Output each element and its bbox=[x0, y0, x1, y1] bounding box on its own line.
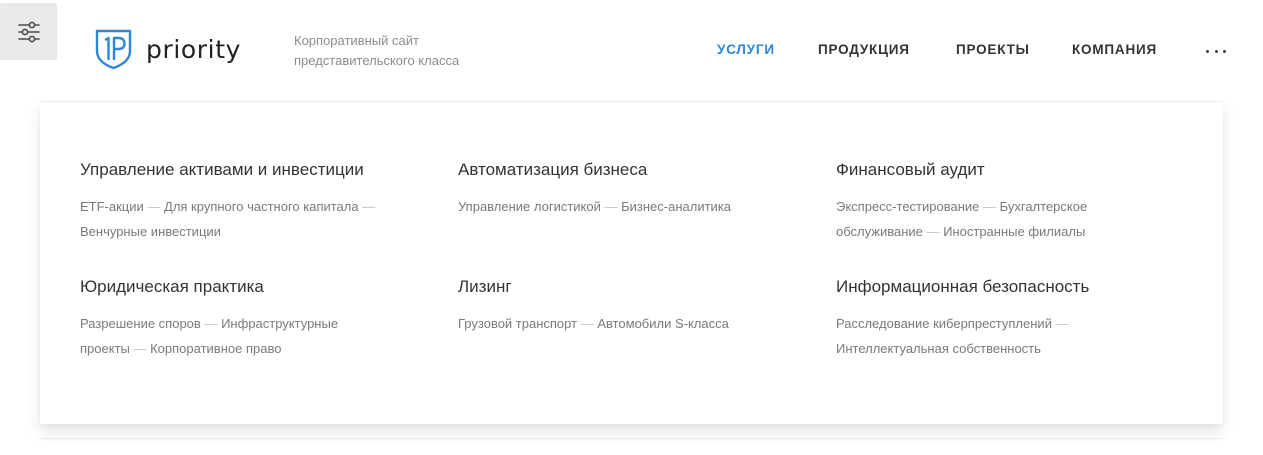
menu-section-links: Управление логистикой — Бизнес-аналитика bbox=[458, 194, 798, 219]
logo[interactable]: priority bbox=[95, 29, 241, 69]
link-separator: — bbox=[1051, 316, 1069, 331]
menu-link[interactable]: Бизнес-аналитика bbox=[621, 199, 731, 214]
menu-section: Лизинг Грузовой транспорт — Автомобили S-… bbox=[458, 276, 798, 336]
menu-section-title[interactable]: Финансовый аудит bbox=[836, 159, 1156, 181]
menu-section: Управление активами и инвестиции ETF-акци… bbox=[80, 159, 420, 244]
menu-link[interactable]: Венчурные инвестиции bbox=[80, 224, 221, 239]
more-dots-icon[interactable] bbox=[1206, 48, 1226, 54]
menu-section: Юридическая практика Разрешение споров — … bbox=[80, 276, 390, 361]
menu-section-links: Разрешение споров — Инфраструктурные про… bbox=[80, 311, 390, 361]
menu-link[interactable]: Разрешение споров bbox=[80, 316, 201, 331]
menu-link[interactable]: Управление логистикой bbox=[458, 199, 601, 214]
shield-logo-icon bbox=[95, 29, 132, 69]
logo-text: priority bbox=[146, 34, 242, 64]
services-dropdown-menu: Управление активами и инвестиции ETF-акци… bbox=[40, 102, 1223, 424]
link-separator: — bbox=[129, 341, 151, 356]
menu-section-title[interactable]: Информационная безопасность bbox=[836, 276, 1116, 298]
menu-link[interactable]: Грузовой транспорт bbox=[458, 316, 577, 331]
menu-link[interactable]: Расследование киберпреступлений bbox=[836, 316, 1052, 331]
menu-section-links: Экспресс-тестирование — Бухгалтерское об… bbox=[836, 194, 1156, 244]
menu-section-links: ETF-акции — Для крупного частного капита… bbox=[80, 194, 420, 244]
menu-section: Финансовый аудит Экспресс-тестирование — … bbox=[836, 159, 1156, 244]
link-separator: — bbox=[922, 224, 944, 239]
settings-button[interactable] bbox=[0, 3, 57, 60]
nav-products[interactable]: ПРОДУКЦИЯ bbox=[818, 42, 910, 57]
nav-services[interactable]: УСЛУГИ bbox=[717, 42, 775, 57]
nav-company[interactable]: КОМПАНИЯ bbox=[1072, 42, 1157, 57]
nav-projects[interactable]: ПРОЕКТЫ bbox=[956, 42, 1030, 57]
menu-section-title[interactable]: Юридическая практика bbox=[80, 276, 390, 298]
link-separator: — bbox=[358, 199, 376, 214]
link-separator: — bbox=[200, 316, 222, 331]
menu-link[interactable]: Экспресс-тестирование bbox=[836, 199, 979, 214]
menu-link[interactable]: Для крупного частного капитала bbox=[164, 199, 359, 214]
menu-section-title[interactable]: Автоматизация бизнеса bbox=[458, 159, 798, 181]
menu-link[interactable]: Корпоративное право bbox=[150, 341, 281, 356]
link-separator: — bbox=[600, 199, 622, 214]
link-separator: — bbox=[577, 316, 598, 331]
page-divider bbox=[40, 438, 1223, 439]
menu-link[interactable]: Иностранные филиалы bbox=[943, 224, 1085, 239]
menu-section: Информационная безопасность Расследование… bbox=[836, 276, 1116, 361]
menu-link[interactable]: ETF-акции bbox=[80, 199, 144, 214]
menu-section-title[interactable]: Лизинг bbox=[458, 276, 798, 298]
menu-link[interactable]: Интеллектуальная собственность bbox=[836, 341, 1041, 356]
menu-section: Автоматизация бизнеса Управление логистик… bbox=[458, 159, 798, 219]
menu-link[interactable]: Автомобили S-класса bbox=[597, 316, 729, 331]
link-separator: — bbox=[979, 199, 1000, 214]
menu-section-title[interactable]: Управление активами и инвестиции bbox=[80, 159, 420, 181]
link-separator: — bbox=[143, 199, 165, 214]
menu-section-links: Грузовой транспорт — Автомобили S-класса bbox=[458, 311, 798, 336]
tagline: Корпоративный сайт представительского кл… bbox=[294, 33, 460, 68]
sliders-icon bbox=[17, 21, 40, 42]
menu-section-links: Расследование киберпреступлений — Интелл… bbox=[836, 311, 1116, 361]
